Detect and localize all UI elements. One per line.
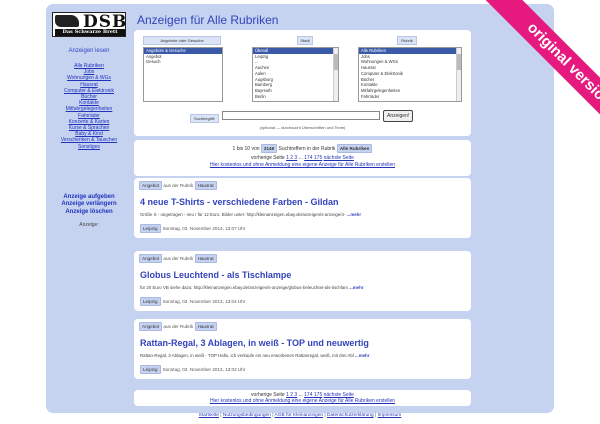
results-rubrik: Alle Rubriken <box>336 144 373 153</box>
ad-title[interactable]: Rattan-Regal, 3 Ablagen, in weiß - TOP u… <box>140 338 369 348</box>
sidebar-action[interactable]: Anzeige löschen <box>50 209 128 216</box>
ad-date: Sonntag, 03. November 2013, 13:07 Uhr <box>162 226 246 231</box>
ad-type-badge[interactable]: Angebot <box>139 181 163 190</box>
search-input[interactable] <box>222 111 380 120</box>
listbox-option[interactable]: Fahrräder <box>359 94 461 100</box>
scrollbar-thumb[interactable] <box>334 54 338 70</box>
cat-logo-icon <box>55 15 79 27</box>
ad-type-badge[interactable]: Angebot <box>139 254 163 263</box>
type-listbox[interactable]: Angebote & Gesuche Angebot Gesuch <box>143 47 223 102</box>
ad-text: Größe S - ungetragen - neu ! für 12 Euro… <box>140 212 362 217</box>
page-links[interactable]: 1 2 3 <box>286 155 297 161</box>
sidebar-action[interactable]: Anzeige verlängern <box>50 201 128 208</box>
page-title: Anzeigen für Alle Rubriken <box>137 13 279 27</box>
ad-more-link[interactable]: ...mehr <box>347 212 361 217</box>
ad-city-badge[interactable]: Leipzig <box>140 224 161 233</box>
results-count: 3149 <box>260 144 278 153</box>
ad-title[interactable]: 4 neue T-Shirts - verschiedene Farben - … <box>140 197 339 207</box>
sidebar-ad-label: Anzeige: <box>79 222 99 228</box>
ad-city-badge[interactable]: Leipzig <box>140 365 161 374</box>
ad-text: Rattan-Regal, 3 Ablagen, in weiß - TOP H… <box>140 353 370 358</box>
city-listbox[interactable]: Überall Leipzig... Aachen Aalen Augsburg Bamb… <box>252 47 339 102</box>
sidebar-item[interactable]: Verschenken & Tauschen <box>50 137 128 143</box>
sidebar-actions: Anzeige aufgeben Anzeige verlängern Anzeig… <box>50 194 128 216</box>
search-note: (optional — durchsucht Überschriften und… <box>259 125 346 130</box>
listbox-scrollbar[interactable] <box>333 48 338 101</box>
sidebar-action[interactable]: Anzeige aufgeben <box>50 194 128 201</box>
sidebar-heading: Anzeigen lesen <box>68 48 110 54</box>
sidebar: DSB Das Schwarze Brett Anzeigen lesen Al… <box>50 10 128 410</box>
ad-date: Sonntag, 03. November 2013, 13:02 Uhr <box>162 367 246 372</box>
ad-from-text: aus der Rubrik <box>163 256 194 261</box>
rubrik-header: Rubrik <box>397 36 417 45</box>
footer-link[interactable]: AGB für Kleinanzeigen <box>275 413 324 418</box>
search-button[interactable]: Anzeigen! <box>383 110 414 122</box>
search-panel: Angebote oder Gesuche Angebote & Gesuche… <box>134 30 471 136</box>
footer-link[interactable]: Impressum <box>378 413 402 418</box>
ad-card[interactable]: Angebot aus der Rubrik Hausrat Rattan-Reg… <box>134 319 471 379</box>
ad-header: Angebot aus der Rubrik Hausrat <box>139 322 217 331</box>
sidebar-item[interactable]: Sonstiges <box>50 144 128 150</box>
next-page-link[interactable]: nächste Seite <box>324 155 354 161</box>
ad-date: Sonntag, 03. November 2013, 13:04 Uhr <box>162 299 246 304</box>
create-ad-link-top[interactable]: Hier kostenlos und ohne Anmeldung eine e… <box>134 162 471 169</box>
ad-more-link[interactable]: ...mehr <box>349 285 363 290</box>
ad-more-link[interactable]: ...mehr <box>355 353 369 358</box>
logo-subtitle: Das Schwarze Brett <box>55 29 125 36</box>
ad-meta: Leipzig Sonntag, 03. November 2013, 13:02… <box>140 365 245 374</box>
ad-text: für 20 Euro VB siehe dazu: http://kleina… <box>140 285 364 290</box>
results-footer: vorherige Seite 1 2 3 ... 174 175 nächst… <box>134 390 471 406</box>
rubrik-listbox[interactable]: Alle Rubriken Jobs Wohnungen & WGs Hausrat C… <box>358 47 462 102</box>
listbox-option[interactable]: Berlin <box>253 94 338 100</box>
ad-card[interactable]: Angebot aus der Rubrik Hausrat 4 neue T-S… <box>134 178 471 238</box>
ad-rubrik-badge[interactable]: Hausrat <box>194 181 217 190</box>
ad-city-badge[interactable]: Leipzig <box>140 297 161 306</box>
ribbon-container: original version <box>460 0 600 140</box>
ad-rubrik-badge[interactable]: Hausrat <box>194 322 217 331</box>
ad-meta: Leipzig Sonntag, 03. November 2013, 13:04… <box>140 297 245 306</box>
ad-title[interactable]: Globus Leuchtend - als Tischlampe <box>140 270 291 280</box>
site-logo[interactable]: DSB Das Schwarze Brett <box>52 12 126 37</box>
far-page-links[interactable]: 174 175 <box>304 155 322 161</box>
search-label: Suchbegriff: <box>190 114 220 123</box>
create-ad-link-bottom[interactable]: Hier kostenlos und ohne Anmeldung eine e… <box>134 398 471 404</box>
type-header: Angebote oder Gesuche <box>143 36 221 45</box>
ad-card[interactable]: Angebot aus der Rubrik Hausrat Globus Leu… <box>134 251 471 311</box>
ad-meta: Leipzig Sonntag, 03. November 2013, 13:07… <box>140 224 245 233</box>
ad-rubrik-badge[interactable]: Hausrat <box>194 254 217 263</box>
pagination-top: vorherige Seite 1 2 3 ... 174 175 nächst… <box>251 155 354 161</box>
footer: Startseite | Nutzungsbedingungen | AGB f… <box>0 413 600 418</box>
city-header: Stadt <box>297 36 313 45</box>
footer-link[interactable]: Datenschutzerklärung <box>327 413 374 418</box>
results-summary: 1 bis 10 von 3149 Suchtreffern in der Ru… <box>134 144 471 153</box>
sidebar-nav: Alle Rubriken Jobs Wohnungen & WGs Hausrat C… <box>50 63 128 150</box>
results-header: 1 bis 10 von 3149 Suchtreffern in der Ru… <box>134 140 471 176</box>
footer-link[interactable]: Startseite <box>199 413 219 418</box>
listbox-option[interactable]: Gesuch <box>144 59 222 65</box>
ad-header: Angebot aus der Rubrik Hausrat <box>139 254 217 263</box>
original-version-ribbon: original version <box>485 0 600 140</box>
ad-from-text: aus der Rubrik <box>163 183 194 188</box>
ad-from-text: aus der Rubrik <box>163 324 194 329</box>
footer-link[interactable]: Nutzungsbedingungen <box>223 413 271 418</box>
ad-type-badge[interactable]: Angebot <box>139 322 163 331</box>
ad-header: Angebot aus der Rubrik Hausrat <box>139 181 217 190</box>
